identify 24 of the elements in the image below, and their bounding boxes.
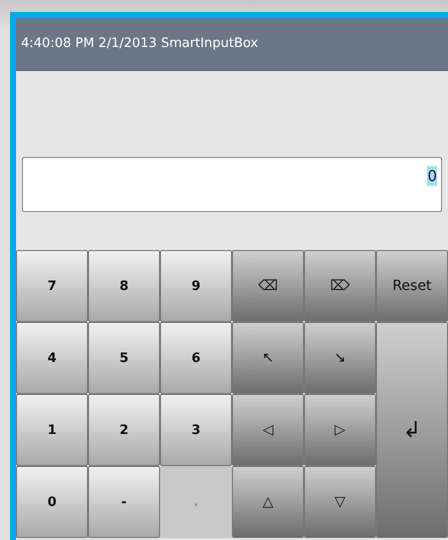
keypad-key[interactable]: 3 [160,394,232,466]
keypad-key[interactable]: ⌫ [232,250,304,322]
keypad-key[interactable]: △ [232,466,304,538]
keypad-key[interactable]: ↖ [232,322,304,394]
keypad-key[interactable]: 0 [16,466,88,538]
keypad-key[interactable]: - [88,466,160,538]
keypad-key[interactable]: 6 [160,322,232,394]
input-field[interactable]: 0 [22,157,442,212]
keypad-key[interactable]: 7 [16,250,88,322]
keypad-key[interactable]: ▽ [304,466,376,538]
keypad-key[interactable]: ⌦ [304,250,376,322]
keypad-key[interactable]: 8 [88,250,160,322]
keypad-key[interactable]: 1 [16,394,88,466]
keypad-key[interactable]: 5 [88,322,160,394]
window-title: 4:40:08 PM 2/1/2013 SmartInputBox [16,18,448,71]
keypad-key[interactable]: 2 [88,394,160,466]
reset-button[interactable]: Reset [376,250,448,322]
input-value: 0 [427,166,437,186]
keypad-key[interactable]: 9 [160,250,232,322]
keypad-key[interactable]: ◁ [232,394,304,466]
keypad-key[interactable]: ↘ [304,322,376,394]
keypad-key[interactable]: 4 [16,322,88,394]
keypad-key[interactable]: ▷ [304,394,376,466]
enter-key[interactable]: ↲ [376,322,448,538]
